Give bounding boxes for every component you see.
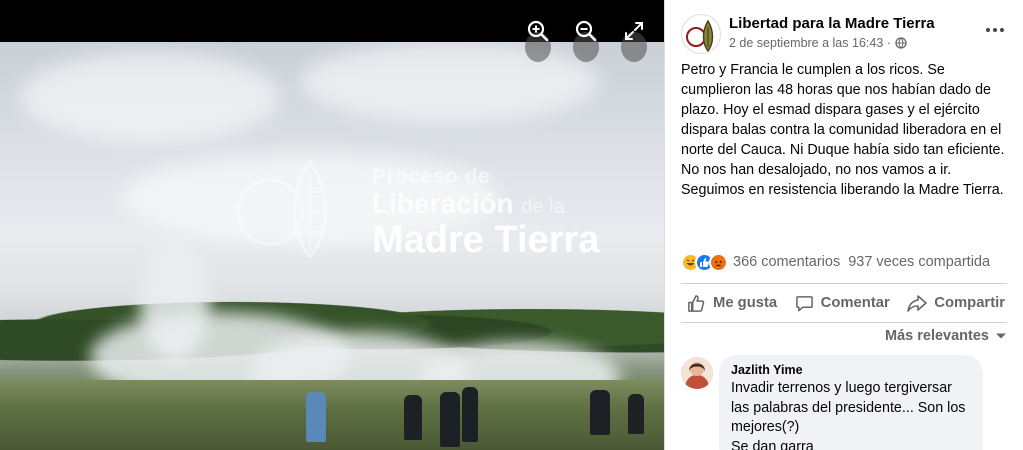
zoom-in-button[interactable] [521,14,555,62]
watermark-line-3: Madre Tierra [372,219,600,261]
person-figure [628,394,644,434]
reactions-bar: 366 comentarios 937 veces compartida [681,251,1013,273]
comment-sort-dropdown[interactable]: Más relevantes [885,328,1007,344]
watermark-line-1: Proceso de [372,165,491,188]
thumbs-up-icon [688,294,705,312]
post-panel: Libertad para la Madre Tierra 2 de septi… [664,0,1023,450]
zoom-out-button[interactable] [569,14,603,62]
more-dots-icon [986,28,990,32]
comments-count-link[interactable]: 366 comentarios [733,254,840,270]
commenter-avatar[interactable] [681,357,713,389]
more-options-button[interactable] [983,20,1007,40]
page-logo-icon [686,19,714,53]
comment-button-label: Comentar [820,295,890,311]
person-figure [440,392,460,447]
comment-button[interactable]: Comentar [789,294,896,313]
globe-icon [895,37,907,49]
post-body-text: Petro y Francia le cumplen a los ricos. … [681,62,1005,198]
sky-cloud [20,52,280,142]
photo-viewer: Proceso de Liberación de la Madre Tierra [0,0,664,450]
zoom-in-icon [527,20,549,42]
post-header: Libertad para la Madre Tierra 2 de septi… [681,12,1011,54]
watermark-logo-icon [236,159,327,260]
user-photo-icon [681,357,713,389]
like-button-label: Me gusta [713,295,778,311]
share-button-label: Compartir [934,295,1005,311]
page-name-link[interactable]: Libertad para la Madre Tierra [729,15,935,32]
person-figure [404,395,422,440]
person-figure [590,390,610,435]
fullscreen-button[interactable] [617,14,651,62]
share-button[interactable]: Compartir [901,294,1011,313]
comment-sort-label: Más relevantes [885,328,989,344]
smoke-column [140,242,210,362]
shares-count-link[interactable]: 937 veces compartida [848,254,990,270]
sky-cloud [300,42,600,122]
divider [681,322,1007,323]
comment-author-link[interactable]: Jazlith Yime [731,363,971,377]
share-arrow-icon [907,294,928,312]
post-photo[interactable]: Proceso de Liberación de la Madre Tierra [0,42,664,450]
like-button[interactable]: Me gusta [681,294,783,313]
zoom-out-icon [575,20,597,42]
expand-icon [625,22,643,40]
watermark-text: Proceso de Liberación de la Madre Tierra [372,166,599,259]
person-figure [462,387,478,442]
angry-reaction-icon [709,252,728,272]
more-dots-icon [993,28,997,32]
page-avatar[interactable] [681,14,721,54]
reaction-icons[interactable] [681,252,728,272]
comment-bubble-icon [795,295,813,311]
divider [681,283,1007,284]
post-timestamp-text: 2 de septiembre a las 16:43 · [729,36,891,50]
person-figure [306,392,326,442]
watermark-line-2-small: de la [521,196,565,218]
chevron-down-icon [996,333,1006,339]
watermark-line-2-main: Liberación [372,188,514,219]
post-timestamp[interactable]: 2 de septiembre a las 16:43 · [729,36,907,50]
engagement-counts: 366 comentarios 937 veces compartida [733,254,998,270]
comment-text: Invadir terrenos y luego tergiversar las… [731,380,966,450]
comment-bubble: Jazlith Yime Invadir terrenos y luego te… [719,355,983,450]
cane-field [0,380,664,450]
watermark-line-2: Liberación de la [372,190,599,218]
more-dots-icon [1000,28,1004,32]
post-actions-bar: Me gusta Comentar Compartir [681,286,1011,320]
